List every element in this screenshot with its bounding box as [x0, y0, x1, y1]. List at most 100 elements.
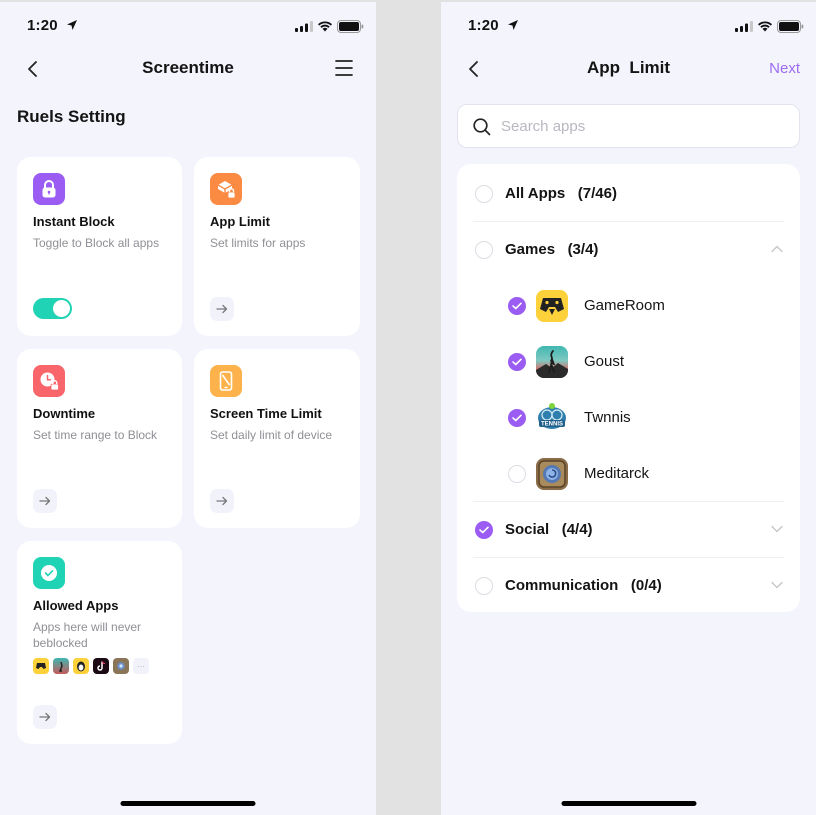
- more-apps-icon[interactable]: ···: [133, 658, 149, 674]
- allowed-apps-card[interactable]: Allowed Apps Apps here will never bebloc…: [17, 541, 182, 744]
- card-description: Set daily limit of device: [210, 428, 333, 442]
- toggle-knob: [53, 300, 70, 317]
- location-icon: [67, 20, 77, 30]
- meditarck-app-icon: [536, 458, 568, 490]
- app-name: Goust: [584, 353, 625, 370]
- app-row-twnnis[interactable]: TENNIS Twnnis: [457, 390, 800, 446]
- app-limit-card[interactable]: App Limit Set limits for apps: [194, 157, 360, 336]
- app-checkbox-checked[interactable]: [508, 297, 526, 315]
- group-label: Social (4/4): [505, 521, 593, 538]
- app-checkbox-checked[interactable]: [508, 409, 526, 427]
- nav-bar: App Limit Next: [441, 50, 816, 90]
- app-row-gameroom[interactable]: GameRoom: [457, 278, 800, 334]
- social-row[interactable]: Social (4/4): [457, 502, 800, 558]
- meditarck-app-icon: [113, 658, 129, 674]
- signal-icon: [295, 21, 313, 32]
- status-time: 1:20: [27, 17, 58, 34]
- allowed-apps-arrow-button[interactable]: [33, 705, 57, 729]
- all-apps-checkbox[interactable]: [475, 185, 493, 203]
- card-title: Instant Block: [33, 214, 115, 229]
- group-label: All Apps (7/46): [505, 185, 617, 202]
- app-name: GameRoom: [584, 297, 665, 314]
- search-icon: [473, 118, 491, 136]
- screen-time-limit-arrow-button[interactable]: [210, 489, 234, 513]
- menu-icon[interactable]: [334, 59, 354, 77]
- arrow-right-icon: [216, 304, 228, 314]
- app-limit-arrow-button[interactable]: [210, 297, 234, 321]
- check-icon: [512, 358, 522, 366]
- penguin-app-icon: [73, 658, 89, 674]
- chevron-down-icon[interactable]: [770, 524, 784, 534]
- check-icon: [512, 414, 522, 422]
- chevron-down-icon[interactable]: [770, 580, 784, 590]
- signal-icon: [735, 21, 753, 32]
- wifi-icon: [318, 21, 332, 32]
- arrow-right-icon: [39, 496, 51, 506]
- card-title: App Limit: [210, 214, 270, 229]
- group-label: Games (3/4): [505, 241, 599, 258]
- battery-icon: [337, 20, 364, 33]
- screen-time-limit-card[interactable]: Screen Time Limit Set daily limit of dev…: [194, 349, 360, 528]
- app-name: Meditarck: [584, 465, 650, 482]
- app-name: Twnnis: [584, 409, 631, 426]
- lock-icon: [33, 173, 65, 205]
- svg-text:TENNIS: TENNIS: [541, 422, 563, 428]
- check-circle-icon: [33, 557, 65, 589]
- phone-slash-icon: [210, 365, 242, 397]
- app-category-list: All Apps (7/46) Games (3/4) GameRoom Gou…: [457, 164, 800, 612]
- search-input[interactable]: [501, 105, 781, 147]
- stage: 1:20 Screentime Ruels Setting Instant Bl…: [0, 0, 816, 815]
- card-description: Set time range to Block: [33, 428, 158, 442]
- nav-bar: Screentime: [0, 50, 376, 90]
- box-lock-icon: [210, 173, 242, 205]
- all-apps-row[interactable]: All Apps (7/46): [457, 166, 800, 222]
- location-icon: [508, 20, 518, 30]
- card-title: Allowed Apps: [33, 598, 119, 613]
- screentime-screen: 1:20 Screentime Ruels Setting Instant Bl…: [0, 2, 376, 815]
- status-bar: 1:20: [0, 16, 376, 36]
- status-time: 1:20: [468, 17, 499, 34]
- games-checkbox[interactable]: [475, 241, 493, 259]
- games-row[interactable]: Games (3/4): [457, 222, 800, 278]
- goust-app-icon: [536, 346, 568, 378]
- communication-checkbox[interactable]: [475, 577, 493, 595]
- tiktok-app-icon: [93, 658, 109, 674]
- gameroom-app-icon: [33, 658, 49, 674]
- section-title: Ruels Setting: [17, 107, 126, 126]
- arrow-right-icon: [216, 496, 228, 506]
- check-icon: [512, 302, 522, 310]
- search-field[interactable]: [457, 104, 800, 148]
- arrow-right-icon: [39, 712, 51, 722]
- group-label: Communication (0/4): [505, 577, 662, 594]
- home-indicator: [561, 801, 696, 806]
- card-description: Set limits for apps: [210, 236, 306, 250]
- clock-lock-icon: [33, 365, 65, 397]
- twnnis-app-icon: TENNIS: [536, 402, 568, 434]
- communication-row[interactable]: Communication (0/4): [457, 558, 800, 614]
- card-description: Toggle to Block all apps: [33, 236, 160, 250]
- gameroom-app-icon: [536, 290, 568, 322]
- card-description: Apps here will never beblocked: [33, 620, 142, 650]
- app-checkbox-unchecked[interactable]: [508, 465, 526, 483]
- allowed-app-previews: ···: [33, 658, 149, 674]
- card-title: Screen Time Limit: [210, 406, 322, 421]
- instant-block-card[interactable]: Instant Block Toggle to Block all apps: [17, 157, 182, 336]
- check-icon: [479, 526, 489, 534]
- next-button[interactable]: Next: [769, 60, 800, 77]
- downtime-card[interactable]: Downtime Set time range to Block: [17, 349, 182, 528]
- page-title: App Limit: [586, 58, 671, 77]
- chevron-up-icon[interactable]: [770, 244, 784, 254]
- page-title: Screentime: [142, 58, 234, 77]
- goust-app-icon: [53, 658, 69, 674]
- battery-icon: [777, 20, 804, 33]
- app-checkbox-checked[interactable]: [508, 353, 526, 371]
- instant-block-toggle[interactable]: [33, 298, 72, 319]
- app-limit-screen: 1:20 App Limit Next All Apps (7/46): [441, 2, 816, 815]
- app-row-meditarck[interactable]: Meditarck: [457, 446, 800, 502]
- app-row-goust[interactable]: Goust: [457, 334, 800, 390]
- downtime-arrow-button[interactable]: [33, 489, 57, 513]
- status-bar: 1:20: [441, 16, 816, 36]
- home-indicator: [120, 801, 256, 806]
- card-title: Downtime: [33, 406, 96, 421]
- social-checkbox-checked[interactable]: [475, 521, 493, 539]
